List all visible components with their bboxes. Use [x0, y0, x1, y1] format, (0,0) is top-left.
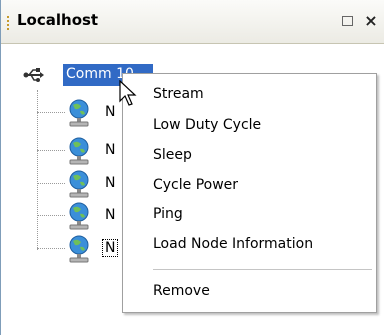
panel-title-bar[interactable]: Localhost ×	[1, 0, 384, 44]
localhost-panel: Localhost × Comm 10 N N N N N Stream Low…	[0, 0, 384, 335]
menu-item-sleep[interactable]: Sleep	[123, 144, 376, 166]
tree-branch	[37, 215, 65, 216]
tree-node-label: N	[101, 239, 119, 257]
globe-icon	[69, 235, 89, 263]
menu-separator	[153, 269, 372, 270]
panel-title: Localhost	[17, 11, 99, 29]
tree-branch	[37, 248, 65, 249]
tree-node-label: N	[105, 104, 116, 120]
menu-item-ping[interactable]: Ping	[123, 203, 376, 225]
tree-branch	[37, 150, 65, 151]
restore-icon[interactable]	[340, 13, 356, 29]
tree-node-label: N	[105, 142, 116, 158]
close-icon[interactable]: ×	[363, 13, 379, 29]
tree-node-label: N	[105, 207, 116, 223]
tree-node-label: N	[105, 175, 116, 191]
globe-icon	[69, 99, 89, 127]
globe-icon	[69, 170, 89, 198]
globe-icon	[69, 202, 89, 230]
mouse-cursor-icon	[119, 80, 137, 106]
menu-item-cycle-power[interactable]: Cycle Power	[123, 174, 376, 196]
tree-branch	[37, 112, 65, 113]
drag-grip-icon[interactable]	[7, 16, 11, 32]
menu-item-low-duty-cycle[interactable]: Low Duty Cycle	[123, 114, 376, 136]
menu-item-remove[interactable]: Remove	[123, 280, 376, 302]
tree-branch	[37, 183, 65, 184]
menu-item-load-node-information[interactable]: Load Node Information	[123, 233, 376, 255]
context-menu: Stream Low Duty Cycle Sleep Cycle Power …	[122, 73, 377, 313]
menu-item-stream[interactable]: Stream	[123, 83, 376, 105]
usb-icon	[23, 68, 44, 82]
globe-icon	[69, 137, 89, 165]
